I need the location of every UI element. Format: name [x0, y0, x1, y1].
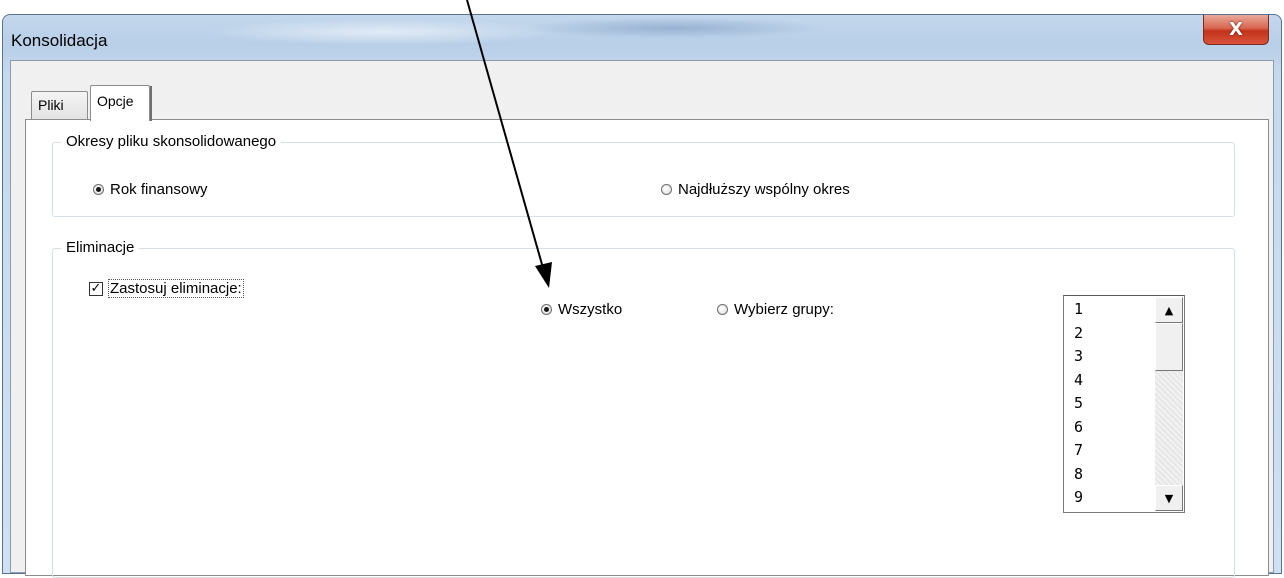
arrow-down-icon: ▼	[1164, 491, 1174, 505]
tab-label: Opcje	[97, 93, 134, 109]
list-item[interactable]: 9	[1074, 486, 1083, 510]
radio-label: Najdłuższy wspólny okres	[678, 181, 850, 198]
tab-pliki[interactable]: Pliki	[31, 91, 88, 119]
groups-listbox[interactable]: 1 2 3 4 5 6 7 8 9 ▲ ▼	[1063, 295, 1185, 513]
group-okresy: Okresy pliku skonsolidowanego Rok finans…	[52, 133, 1235, 217]
radio-rok-finansowy[interactable]: Rok finansowy	[93, 181, 208, 198]
list-item[interactable]: 7	[1074, 439, 1083, 463]
radio-label: Wszystko	[558, 301, 623, 318]
group-title-okresy: Okresy pliku skonsolidowanego	[61, 133, 282, 150]
list-item[interactable]: 2	[1074, 322, 1083, 346]
group-eliminacje: Eliminacje ✓ Zastosuj eliminacje: Wszyst…	[52, 239, 1235, 578]
tab-panel-opcje: Okresy pliku skonsolidowanego Rok finans…	[25, 119, 1269, 578]
radio-empty-icon	[661, 184, 672, 195]
close-icon: X	[1229, 19, 1243, 40]
close-button[interactable]: X	[1203, 15, 1269, 45]
radio-selected-icon	[93, 184, 104, 195]
checkbox-label: Zastosuj eliminacje:	[108, 279, 244, 298]
window-title: Konsolidacja	[11, 31, 108, 50]
list-item[interactable]: 8	[1074, 463, 1083, 487]
apply-eliminations-checkbox[interactable]: ✓ Zastosuj eliminacje:	[89, 279, 244, 298]
scroll-down-button[interactable]: ▼	[1155, 485, 1183, 511]
tab-label: Pliki	[38, 97, 64, 113]
list-item[interactable]: 4	[1074, 369, 1083, 393]
scroll-thumb[interactable]	[1155, 323, 1183, 371]
radio-najdluzszy-okres[interactable]: Najdłuższy wspólny okres	[661, 181, 850, 198]
list-item[interactable]: 1	[1074, 298, 1083, 322]
arrow-up-icon: ▲	[1164, 303, 1174, 317]
group-title-eliminacje: Eliminacje	[61, 239, 140, 256]
scroll-up-button[interactable]: ▲	[1155, 297, 1183, 323]
dialog-window: Konsolidacja X Pliki Opcje Okresy pliku …	[2, 14, 1282, 578]
list-item[interactable]: 5	[1074, 392, 1083, 416]
radio-label: Wybierz grupy:	[734, 301, 834, 318]
tab-opcje[interactable]: Opcje	[90, 85, 152, 121]
list-item[interactable]: 3	[1074, 345, 1083, 369]
list-item[interactable]: 6	[1074, 416, 1083, 440]
listbox-scrollbar[interactable]: ▲ ▼	[1155, 297, 1183, 511]
title-bar-glow	[203, 19, 563, 45]
radio-empty-icon	[717, 304, 728, 315]
groups-list: 1 2 3 4 5 6 7 8 9	[1074, 298, 1083, 510]
checkmark-icon: ✓	[89, 281, 103, 296]
radio-wybierz-grupy[interactable]: Wybierz grupy:	[717, 301, 834, 318]
dialog-client-area: Pliki Opcje Okresy pliku skonsolidowaneg…	[10, 60, 1274, 578]
radio-selected-icon	[541, 304, 552, 315]
radio-wszystko[interactable]: Wszystko	[541, 301, 622, 318]
title-bar[interactable]: Konsolidacja X	[3, 15, 1281, 61]
radio-label: Rok finansowy	[110, 181, 208, 198]
title-bar-glow	[523, 17, 823, 39]
